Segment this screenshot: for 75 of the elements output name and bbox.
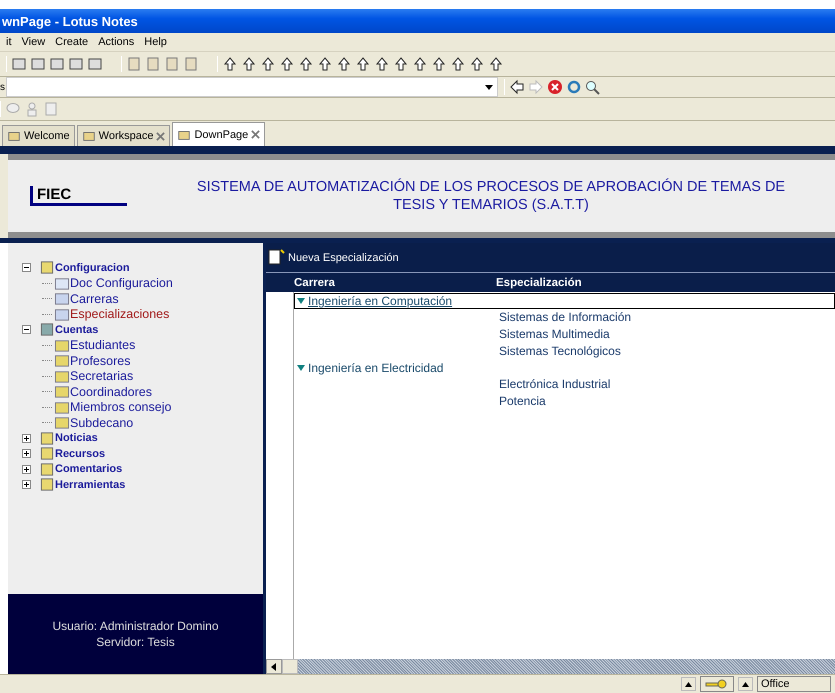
user-info-text: Usuario: Administrador Domino <box>52 618 219 634</box>
sidebar-item[interactable]: Comentarios <box>55 463 122 476</box>
sidebar-item[interactable]: Herramientas <box>55 478 126 491</box>
tab[interactable]: Workspace <box>76 125 170 146</box>
tab-icon <box>7 129 21 143</box>
toggle-icon[interactable] <box>22 480 31 490</box>
sidebar-item[interactable]: Secretarias <box>70 369 134 384</box>
table-cell: Potencia <box>499 394 546 408</box>
tab[interactable]: DownPage <box>172 122 266 146</box>
sidebar-item[interactable]: Recursos <box>55 448 106 460</box>
sidebar-item[interactable]: Configuracion <box>55 262 130 274</box>
close-icon[interactable] <box>156 132 166 140</box>
sidebar-item[interactable]: Doc Configuracion <box>70 276 173 290</box>
user-info-text: Servidor: Tesis <box>96 634 175 650</box>
sidebar-item[interactable]: Estudiantes <box>70 338 136 352</box>
column-header[interactable]: Carrera <box>294 276 496 288</box>
contact-card-icon <box>54 400 70 415</box>
key-icon[interactable] <box>700 676 734 692</box>
contact-card-icon <box>54 338 70 353</box>
up-arrow-icon <box>742 682 749 686</box>
tab-icon <box>82 129 96 143</box>
close-icon[interactable] <box>251 130 260 139</box>
tab[interactable]: Welcome <box>2 125 75 146</box>
sidebar-item[interactable]: Noticias <box>55 432 98 444</box>
column-header[interactable]: Especialización <box>496 276 582 288</box>
document-icon <box>54 276 70 291</box>
scroll-left-button[interactable] <box>266 659 282 674</box>
new-document-icon <box>268 248 286 266</box>
window-title: wnPage - Lotus Notes <box>1 14 138 28</box>
location-field[interactable]: Office <box>757 676 831 692</box>
address-field[interactable] <box>6 77 498 97</box>
contact-card-icon <box>54 384 70 400</box>
category-row[interactable]: Ingeniería en Electricidad <box>294 360 835 376</box>
sidebar-item[interactable]: Miembros consejo <box>70 400 172 414</box>
page-title: SISTEMA DE AUTOMATIZACIÓN DE LOS PROCESOS DE APROBACIÓN DE TEMAS DE <box>196 178 786 196</box>
menu-item[interactable]: it <box>6 36 12 48</box>
logo: FIEC <box>30 186 127 206</box>
status-menu-button[interactable] <box>738 677 753 691</box>
sidebar-item[interactable]: Subdecano <box>70 416 134 430</box>
page-title: TESIS Y TEMARIOS (S.A.T.T) <box>393 196 589 214</box>
sidebar-item[interactable]: Cuentas <box>55 324 98 336</box>
toggle-icon[interactable] <box>22 434 31 443</box>
menu-item[interactable]: View <box>22 36 46 48</box>
sidebar-item[interactable]: Especializaciones <box>70 307 170 322</box>
category-row[interactable]: Ingeniería en Computación <box>294 293 835 309</box>
address-label: s <box>0 82 6 92</box>
contact-card-icon <box>54 353 70 368</box>
contact-card-icon <box>54 368 70 384</box>
table-cell: Electrónica Industrial <box>499 377 610 392</box>
contact-card-icon <box>54 415 70 430</box>
table-cell: Sistemas Multimedia <box>499 327 610 342</box>
sidebar-item[interactable]: Carreras <box>70 292 119 306</box>
sidebar-item[interactable]: Profesores <box>70 354 130 368</box>
toggle-icon[interactable] <box>22 449 31 458</box>
table-cell: Sistemas Tecnológicos <box>499 344 621 358</box>
table-cell: Sistemas de Información <box>499 310 632 324</box>
stop-icon[interactable] <box>547 79 563 95</box>
horizontal-scrollbar[interactable] <box>266 659 835 674</box>
sidebar-item[interactable]: Coordinadores <box>70 384 152 399</box>
dropdown-icon[interactable] <box>485 84 493 90</box>
left-arrow-icon <box>271 662 277 670</box>
view-icon <box>54 291 70 306</box>
back-icon[interactable] <box>509 79 525 95</box>
toggle-icon[interactable] <box>22 325 31 334</box>
menu-item[interactable]: Create <box>55 36 88 48</box>
toggle-icon[interactable] <box>22 263 31 272</box>
new-specialization-button[interactable]: Nueva Especialización <box>266 248 401 266</box>
up-arrow-icon[interactable] <box>279 56 295 72</box>
up-arrow-icon <box>685 682 692 686</box>
view-icon <box>54 306 70 322</box>
scroll-thumb[interactable] <box>282 659 298 674</box>
status-menu-button[interactable] <box>681 677 696 691</box>
menu-item[interactable]: Actions <box>98 36 134 48</box>
menu-item[interactable]: Help <box>144 36 167 48</box>
toggle-icon[interactable] <box>22 464 31 474</box>
